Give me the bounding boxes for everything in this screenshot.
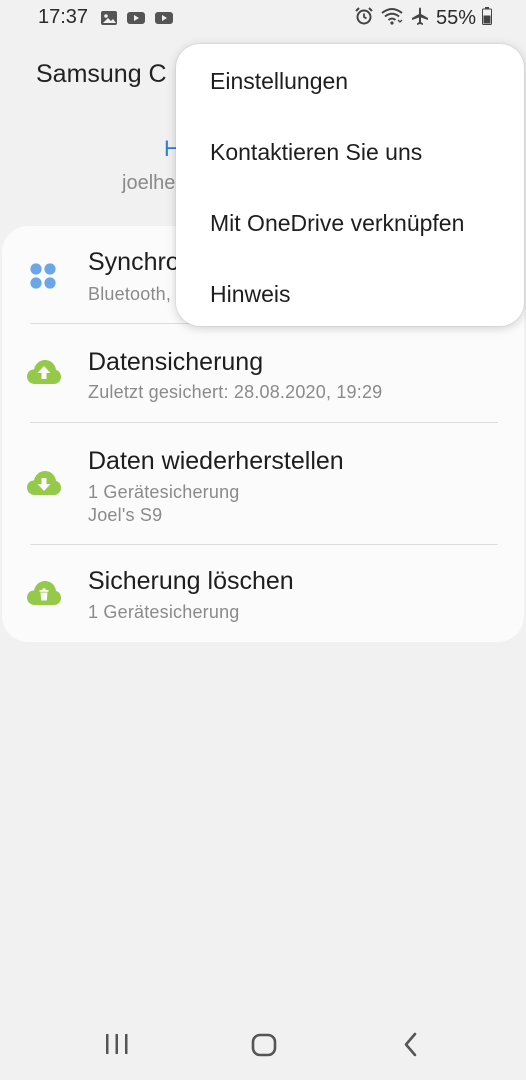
menu-item-link-onedrive[interactable]: Mit OneDrive verknüpfen	[210, 210, 464, 237]
list-item-title: Sicherung löschen	[88, 567, 294, 595]
list-item-delete-backup[interactable]: Sicherung löschen 1 Gerätesicherung	[2, 545, 524, 642]
youtube-icon	[154, 9, 174, 32]
menu-item-contact[interactable]: Kontaktieren Sie uns	[210, 139, 422, 166]
list-item-subtitle: 1 Gerätesicherung	[88, 482, 240, 502]
cloud-upload-icon	[26, 358, 62, 391]
list-item-subtitle: 1 Gerätesicherung	[88, 602, 240, 622]
list-item-backup[interactable]: Datensicherung Zuletzt gesichert: 28.08.…	[2, 324, 524, 422]
list-item-restore[interactable]: Daten wiederherstellen 1 Gerätesicherung…	[2, 423, 524, 543]
navigation-bar	[0, 1018, 526, 1080]
list-item-subtitle: Bluetooth,	[88, 284, 172, 304]
list-item-device: Joel's S9	[88, 505, 163, 525]
cloud-download-icon	[26, 469, 62, 502]
status-bar: 17:37 55%	[0, 0, 526, 36]
page-title: Samsung C	[36, 60, 167, 88]
menu-item-settings[interactable]: Einstellungen	[210, 68, 348, 95]
image-icon	[100, 9, 118, 32]
list-item-title: Datensicherung	[88, 348, 264, 376]
cloud-delete-icon	[26, 579, 62, 612]
recents-icon[interactable]	[104, 1030, 130, 1065]
airplane-icon	[410, 6, 430, 31]
list-item-subtitle: Zuletzt gesichert: 28.08.2020, 19:29	[88, 382, 383, 402]
sync-dots-icon	[26, 260, 60, 299]
list-item-title: Daten wiederherstellen	[88, 447, 344, 475]
battery-percent: 55%	[435, 7, 476, 29]
back-icon[interactable]	[398, 1030, 424, 1065]
list-item-title: Synchro	[88, 248, 180, 276]
account-email: joelhe	[122, 172, 176, 194]
home-icon[interactable]	[250, 1030, 278, 1065]
menu-item-notice[interactable]: Hinweis	[210, 281, 291, 308]
alarm-icon	[354, 6, 374, 31]
wifi-icon	[380, 6, 404, 31]
youtube-icon	[126, 9, 146, 32]
battery-icon	[482, 7, 492, 30]
overflow-menu: Einstellungen Kontaktieren Sie uns Mit O…	[176, 44, 524, 326]
status-time: 17:37	[38, 6, 89, 28]
